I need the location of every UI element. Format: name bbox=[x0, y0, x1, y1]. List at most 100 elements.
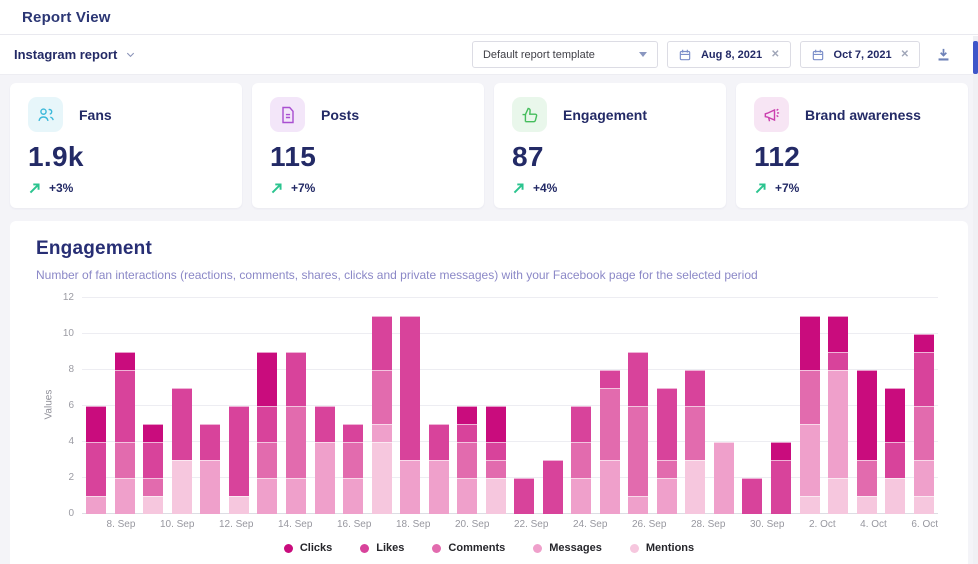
chart-bar[interactable] bbox=[824, 298, 853, 514]
people-icon bbox=[28, 97, 63, 132]
chart-bar[interactable] bbox=[481, 298, 510, 514]
close-icon[interactable]: ✕ bbox=[901, 50, 909, 60]
legend-item-messages[interactable]: Messages bbox=[533, 542, 602, 554]
bar-segment-comments bbox=[115, 442, 135, 478]
legend-item-comments[interactable]: Comments bbox=[432, 542, 505, 554]
kpi-value: 115 bbox=[270, 141, 466, 173]
bar-segment-mentions bbox=[172, 460, 192, 514]
date-from-picker[interactable]: Aug 8, 2021 ✕ bbox=[667, 41, 791, 68]
chart-bar[interactable] bbox=[111, 298, 140, 514]
bar-segment-messages bbox=[600, 460, 620, 514]
template-select-value: Default report template bbox=[483, 49, 595, 61]
x-tick-label bbox=[430, 519, 455, 530]
chart-bar[interactable] bbox=[795, 298, 824, 514]
calendar-icon bbox=[678, 48, 692, 62]
bar-segment-likes bbox=[457, 424, 477, 442]
x-tick-label: 6. Oct bbox=[911, 519, 938, 530]
chart-bar[interactable] bbox=[881, 298, 910, 514]
bar-segment-messages bbox=[372, 424, 392, 442]
section-description: Number of fan interactions (reactions, c… bbox=[36, 268, 942, 282]
chart-bar[interactable] bbox=[567, 298, 596, 514]
legend-item-likes[interactable]: Likes bbox=[360, 542, 404, 554]
kpi-label: Fans bbox=[79, 107, 112, 123]
bar-segment-messages bbox=[343, 478, 363, 514]
bar-segment-messages bbox=[400, 460, 420, 514]
chart-bar[interactable] bbox=[539, 298, 568, 514]
kpi-value: 1.9k bbox=[28, 141, 224, 173]
chart-bar[interactable] bbox=[82, 298, 111, 514]
bar-segment-comments bbox=[457, 442, 477, 478]
template-select[interactable]: Default report template bbox=[472, 41, 658, 68]
engagement-chart: Values 024681012 8. Sep10. Sep12. Sep14.… bbox=[36, 298, 942, 530]
legend-item-mentions[interactable]: Mentions bbox=[630, 542, 694, 554]
x-tick-label bbox=[194, 519, 219, 530]
bar-segment-clicks bbox=[914, 334, 934, 352]
bar-segment-messages bbox=[800, 424, 820, 496]
download-icon[interactable] bbox=[935, 46, 952, 63]
y-tick-label: 2 bbox=[46, 472, 74, 483]
y-tick-label: 10 bbox=[46, 328, 74, 339]
chart-bar[interactable] bbox=[310, 298, 339, 514]
chart-bar[interactable] bbox=[767, 298, 796, 514]
chart-bar[interactable] bbox=[282, 298, 311, 514]
chart-bar[interactable] bbox=[624, 298, 653, 514]
chart-bar[interactable] bbox=[852, 298, 881, 514]
x-tick-label bbox=[784, 519, 809, 530]
x-axis-labels: 8. Sep10. Sep12. Sep14. Sep16. Sep18. Se… bbox=[82, 519, 938, 530]
chart-bar[interactable] bbox=[139, 298, 168, 514]
chart-bar[interactable] bbox=[225, 298, 254, 514]
kpi-delta: +7% bbox=[291, 181, 315, 195]
bar-segment-mentions bbox=[914, 496, 934, 514]
bar-segment-likes bbox=[372, 316, 392, 370]
date-from-value: Aug 8, 2021 bbox=[701, 49, 762, 61]
chart-bar[interactable] bbox=[168, 298, 197, 514]
x-tick-label: 8. Sep bbox=[107, 519, 136, 530]
scrollbar[interactable] bbox=[973, 36, 978, 564]
legend-label: Comments bbox=[448, 542, 505, 554]
chart-bar[interactable] bbox=[510, 298, 539, 514]
x-tick-label: 26. Sep bbox=[632, 519, 666, 530]
scrollbar-thumb[interactable] bbox=[973, 41, 978, 74]
chart-bar[interactable] bbox=[681, 298, 710, 514]
kpi-delta: +7% bbox=[775, 181, 799, 195]
chart-bar[interactable] bbox=[710, 298, 739, 514]
report-name-dropdown[interactable]: Instagram report bbox=[14, 47, 136, 62]
bar-segment-comments bbox=[343, 442, 363, 478]
chart-bar[interactable] bbox=[396, 298, 425, 514]
bar-segment-clicks bbox=[828, 316, 848, 352]
bar-segment-messages bbox=[571, 478, 591, 514]
legend-label: Messages bbox=[549, 542, 602, 554]
chart-bar[interactable] bbox=[424, 298, 453, 514]
bar-segment-comments bbox=[685, 406, 705, 460]
legend-dot bbox=[284, 544, 293, 553]
kpi-cards-row: Fans 1.9k +3% Posts 115 +7% bbox=[0, 75, 978, 208]
bar-segment-mentions bbox=[229, 496, 249, 514]
bar-segment-mentions bbox=[885, 478, 905, 514]
section-title: Engagement bbox=[36, 238, 942, 260]
bar-segment-clicks bbox=[86, 406, 106, 442]
trend-up-icon bbox=[512, 182, 525, 195]
bar-segment-likes bbox=[657, 388, 677, 460]
chart-bar[interactable] bbox=[339, 298, 368, 514]
legend-item-clicks[interactable]: Clicks bbox=[284, 542, 332, 554]
chart-bar[interactable] bbox=[738, 298, 767, 514]
chart-bar[interactable] bbox=[453, 298, 482, 514]
chart-legend: Clicks Likes Comments Messages Mentions bbox=[36, 542, 942, 554]
legend-label: Mentions bbox=[646, 542, 694, 554]
x-tick-label: 28. Sep bbox=[691, 519, 725, 530]
chart-bar[interactable] bbox=[367, 298, 396, 514]
y-tick-label: 12 bbox=[46, 292, 74, 303]
bar-segment-messages bbox=[115, 478, 135, 514]
bar-segment-mentions bbox=[685, 460, 705, 514]
close-icon[interactable]: ✕ bbox=[771, 50, 779, 60]
chart-bar[interactable] bbox=[653, 298, 682, 514]
chart-bar[interactable] bbox=[196, 298, 225, 514]
chart-bar[interactable] bbox=[253, 298, 282, 514]
chart-bar[interactable] bbox=[909, 298, 938, 514]
x-tick-label bbox=[887, 519, 912, 530]
kpi-label: Engagement bbox=[563, 107, 647, 123]
x-tick-label bbox=[135, 519, 160, 530]
chart-bar[interactable] bbox=[596, 298, 625, 514]
date-to-picker[interactable]: Oct 7, 2021 ✕ bbox=[800, 41, 920, 68]
trend-up-icon bbox=[28, 182, 41, 195]
